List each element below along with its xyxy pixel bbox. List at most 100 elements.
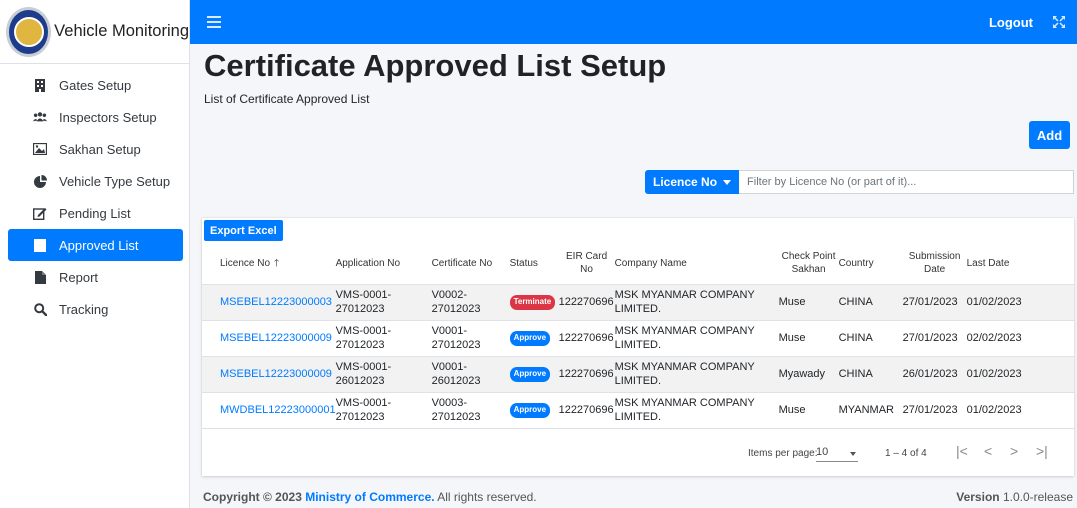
submission-date: 27/01/2023 [902,331,958,344]
sidebar-item-label: Gates Setup [59,77,132,93]
footer-copyright: Copyright © 2023 Ministry of Commerce. A… [203,490,537,504]
approved-list-table: Licence No 🡑 Application No Certificate N… [202,243,1074,429]
status-badge: Approve [509,367,551,382]
submission-date: 27/01/2023 [902,403,958,416]
eir-card-no: 122270696 [558,403,614,416]
image-icon [33,143,47,155]
search-icon [33,302,47,316]
sidebar-item-label: Vehicle Type Setup [59,173,171,189]
application-no: VMS-0001-27012023 [335,396,392,423]
footer-version: Version 1.0.0-release [956,490,1073,504]
check-point-sakhan: Muse [778,403,806,416]
status-badge: Approve [509,331,551,346]
application-no: VMS-0001-27012023 [335,288,392,315]
last-date: 02/02/2023 [966,331,1022,344]
eir-card-no: 122270696 [558,331,614,344]
licence-no-link[interactable]: MSEBEL12223000009 [220,332,332,344]
file-icon [33,270,47,284]
sidebar-nav: Gates Setup Inspectors Setup Sakhan Setu… [0,69,189,325]
items-per-page-select[interactable]: 10 [816,446,858,462]
last-date: 01/02/2023 [966,367,1022,380]
company-name: MSK MYANMAR COMPANY LIMITED. [614,360,755,387]
sidebar-item-report[interactable]: Report [8,261,183,293]
filter-field-dropdown[interactable]: Licence No [645,170,740,194]
brand-name: Vehicle Monitoring [54,22,189,40]
export-excel-button[interactable]: Export Excel [204,220,283,241]
version-value: 1.0.0-release [1002,490,1073,504]
sidebar-item-tracking[interactable]: Tracking [8,293,183,325]
sidebar-item-label: Pending List [59,205,131,221]
column-header-submission-date: Submission Date [908,251,961,276]
sidebar-item-inspectors-setup[interactable]: Inspectors Setup [8,101,183,133]
column-header-eir-card-no: EIR Card No [566,251,608,276]
last-date: 01/02/2023 [966,295,1022,308]
sidebar-item-label: Sakhan Setup [59,141,141,157]
first-page-icon[interactable]: |< [956,443,968,459]
last-date: 01/02/2023 [966,403,1022,416]
ministry-seal-logo [6,6,52,57]
hamburger-menu-icon[interactable] [207,16,221,28]
sidebar-item-label: Report [59,269,99,285]
eir-card-no: 122270696 [558,295,614,308]
page-range-label: 1 – 4 of 4 [885,448,927,459]
table-row: MSEBEL12223000009 VMS-0001-26012023 V000… [202,356,1074,392]
certificate-no: V0003-27012023 [431,396,481,423]
table-body: MSEBEL12223000003 VMS-0001-27012023 V000… [202,284,1074,428]
sidebar-item-pending-list[interactable]: Pending List [8,197,183,229]
application-no: VMS-0001-27012023 [335,324,392,351]
sidebar-item-vehicle-type-setup[interactable]: Vehicle Type Setup [8,165,183,197]
application-no: VMS-0001-26012023 [335,360,392,387]
results-card: Export Excel Licence No 🡑 Application No … [202,218,1074,476]
company-name: MSK MYANMAR COMPANY LIMITED. [614,288,755,315]
column-header-country: Country [838,257,874,269]
country: CHINA [838,331,873,344]
licence-no-link[interactable]: MSEBEL12223000003 [220,296,332,308]
sidebar-item-gates-setup[interactable]: Gates Setup [8,69,183,101]
copyright-text: Copyright © 2023 [203,490,302,504]
column-header-company-name: Company Name [614,257,687,269]
licence-no-link[interactable]: MWDBEL12223000001 [220,404,336,416]
add-button[interactable]: Add [1029,121,1070,149]
company-name: MSK MYANMAR COMPANY LIMITED. [614,396,755,423]
submission-date: 26/01/2023 [902,367,958,380]
country: CHINA [838,367,873,380]
column-header-check-point-sakhan: Check Point Sakhan [781,251,836,276]
caret-down-icon [850,452,856,456]
table-row: MSEBEL12223000009 VMS-0001-27012023 V000… [202,320,1074,356]
check-point-sakhan: Muse [778,295,806,308]
sidebar-item-approved-list[interactable]: Approved List [8,229,183,261]
ministry-link[interactable]: Ministry of Commerce. [305,490,434,504]
column-header-certificate-no: Certificate No [431,257,493,269]
status-badge: Terminate [509,295,556,310]
items-per-page-label: Items per page: [748,448,818,459]
caret-down-icon [723,179,732,185]
check-point-sakhan: Muse [778,331,806,344]
building-icon [33,78,47,92]
certificate-no: V0002-27012023 [431,288,481,315]
status-badge: Approve [509,403,551,418]
column-header-label: Licence No [220,257,271,269]
logout-button[interactable]: Logout [989,15,1033,30]
filter-field-label: Licence No [653,175,718,189]
sidebar-item-sakhan-setup[interactable]: Sakhan Setup [8,133,183,165]
pie-chart-icon [33,174,47,188]
column-header-application-no: Application No [335,257,401,269]
previous-page-icon[interactable]: < [984,443,992,459]
table-header-row: Licence No 🡑 Application No Certificate N… [202,243,1074,284]
column-header-last-date: Last Date [966,257,1010,269]
eir-card-no: 122270696 [558,367,614,380]
last-page-icon[interactable]: >| [1036,443,1048,459]
filter-group: Licence No [645,170,1074,194]
rights-text: All rights reserved. [437,490,537,504]
page-title: Certificate Approved List Setup [204,48,667,83]
country: MYANMAR [838,403,894,416]
licence-no-link[interactable]: MSEBEL12223000009 [220,368,332,380]
edit-icon [33,207,47,220]
brand[interactable]: Vehicle Monitoring [0,0,189,64]
column-header-licence-no[interactable]: Licence No 🡑 [202,243,336,284]
next-page-icon[interactable]: > [1010,443,1018,459]
version-label: Version [956,490,1000,504]
filter-input[interactable] [739,170,1074,194]
fullscreen-icon[interactable] [1051,14,1067,30]
certificate-no: V0001-27012023 [431,324,481,351]
